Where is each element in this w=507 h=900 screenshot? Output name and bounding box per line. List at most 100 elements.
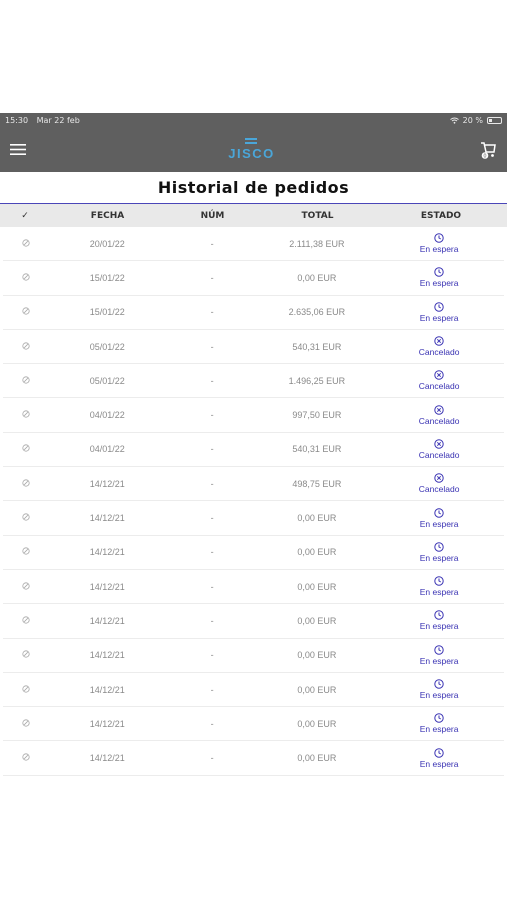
row-fecha: 05/01/22 [89,375,125,386]
row-estado[interactable]: En espera [374,713,504,734]
row-select[interactable] [3,513,50,523]
row-total: 2.111,38 EUR [289,238,345,249]
select-circle-icon [22,376,31,384]
row-num: - [210,444,214,455]
status-badge: Cancelado [374,473,504,494]
table-row[interactable]: 14/12/21 - 0,00 EUR En espera [3,501,504,536]
header-check[interactable]: ✓ [0,211,50,221]
status-label: Cancelado [418,381,460,392]
table-row[interactable]: 20/01/22 - 2.111,38 EUR En espera [3,227,504,262]
table-row[interactable]: 14/12/21 - 0,00 EUR En espera [3,673,504,708]
select-circle-icon [22,753,31,761]
table-row[interactable]: 05/01/22 - 1.496,25 EUR Cancelado [3,364,504,399]
select-circle-icon [22,410,31,418]
clock-icon [434,679,444,689]
row-select[interactable] [3,684,50,695]
logo-text: JISCO [228,146,275,161]
row-total: 540,31 EUR [292,341,342,352]
table-row[interactable]: 14/12/21 - 0,00 EUR En espera [3,570,504,605]
status-label: En espera [419,724,459,735]
clock-icon [434,507,444,518]
status-badge: Cancelado [374,439,504,460]
table-row[interactable]: 04/01/22 - 997,50 EUR Cancelado [3,398,504,433]
status-badge: En espera [374,542,504,563]
row-estado[interactable]: En espera [374,302,504,323]
row-estado[interactable]: En espera [374,576,504,597]
row-num: - [210,581,214,592]
orders-table-body: 20/01/22-2.111,38 EUR En espera 15/01/22-0… [0,227,507,776]
row-select[interactable] [3,753,50,763]
row-select[interactable] [3,582,50,592]
row-estado[interactable]: En espera [374,610,504,631]
row-total: 0,00 EUR [297,684,337,695]
table-row[interactable]: 14/12/21 - 0,00 EUR En espera [3,604,504,639]
table-row[interactable]: 14/12/21 - 0,00 EUR En espera [3,707,504,742]
select-circle-icon [22,444,31,453]
row-estado[interactable]: En espera [374,507,504,529]
header-fecha[interactable]: FECHA [50,211,165,221]
table-row[interactable]: 04/01/22 - 540,31 EUR Cancelado [3,433,504,468]
table-row[interactable]: 05/01/22 - 540,31 EUR Cancelado [3,330,504,365]
row-select[interactable] [3,307,50,317]
cart-button[interactable]: 0 [475,138,499,162]
row-estado[interactable]: En espera [374,679,504,700]
status-label: Cancelado [418,347,460,358]
select-circle-icon [22,684,31,693]
status-date: Mar 22 feb [36,115,80,125]
table-row[interactable]: 14/12/21 - 498,75 EUR Cancelado [3,467,504,502]
row-select[interactable] [3,273,50,283]
row-select[interactable] [3,547,50,557]
top-blank-area [0,0,507,113]
row-select[interactable] [3,616,50,626]
row-estado[interactable]: Cancelado [374,336,504,357]
row-estado[interactable]: En espera [374,542,504,563]
table-row[interactable]: 14/12/21 - 0,00 EUR En espera [3,639,504,673]
row-select[interactable] [3,479,50,489]
row-select[interactable] [3,650,50,660]
clock-icon [434,542,444,552]
row-estado[interactable]: Cancelado [374,370,504,391]
row-total: 0,00 EUR [297,547,337,558]
table-row[interactable]: 15/01/22 - 2.635,06 EUR En espera [3,296,504,330]
header-estado[interactable]: ESTADO [375,211,507,221]
cart-icon: 0 [480,141,496,159]
table-row[interactable]: 15/01/22 - 0,00 EUR En espera [3,261,504,296]
status-badge: En espera [374,713,504,734]
row-fecha: 14/12/21 [89,513,125,524]
row-estado[interactable]: En espera [374,267,504,288]
row-estado[interactable]: En espera [374,747,504,769]
status-time: 15:30 [5,115,29,125]
row-total: 2.635,06 EUR [288,307,346,318]
table-row[interactable]: 14/12/21 - 0,00 EUR En espera [3,741,504,776]
row-select[interactable] [3,444,50,454]
row-estado[interactable]: Cancelado [374,404,504,426]
header-total[interactable]: TOTAL [260,211,375,221]
row-num: - [210,307,214,318]
status-label: En espera [419,312,459,323]
table-row[interactable]: 14/12/21 - 0,00 EUR En espera [3,536,504,570]
status-badge: En espera [374,610,504,631]
row-select[interactable] [3,410,50,420]
row-select[interactable] [3,719,50,729]
row-estado[interactable]: En espera [374,233,504,254]
row-fecha: 05/01/22 [89,341,125,352]
row-total: 0,00 EUR [297,718,337,729]
row-fecha: 14/12/21 [89,615,125,626]
battery-percent: 20 % [462,115,483,125]
header-num[interactable]: NÚM [165,211,260,221]
row-total: 0,00 EUR [297,753,337,764]
status-badge: En espera [374,645,504,666]
table-header: ✓ FECHA NÚM TOTAL ESTADO [0,204,507,227]
row-estado[interactable]: En espera [374,645,504,666]
row-select[interactable] [3,376,50,386]
row-estado[interactable]: Cancelado [374,473,504,494]
row-estado[interactable]: Cancelado [374,439,504,460]
row-select[interactable] [3,341,50,352]
clock-icon [434,302,444,312]
jisco-logo[interactable]: JISCO [228,138,275,161]
row-select[interactable] [3,239,50,249]
menu-button[interactable] [8,140,28,160]
row-num: - [210,650,214,661]
row-fecha: 15/01/22 [89,272,125,283]
row-num: - [210,753,214,764]
